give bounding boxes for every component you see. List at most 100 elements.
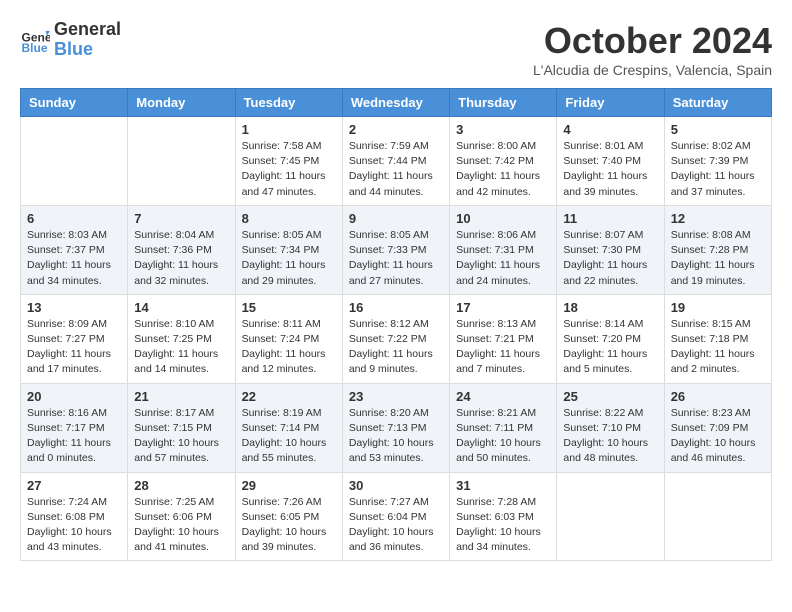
weekday-header-sunday: Sunday [21,89,128,117]
day-number: 23 [349,389,443,404]
day-number: 4 [563,122,657,137]
day-info: Sunrise: 7:59 AM Sunset: 7:44 PM Dayligh… [349,139,443,200]
day-number: 9 [349,211,443,226]
day-number: 12 [671,211,765,226]
table-row: 19Sunrise: 8:15 AM Sunset: 7:18 PM Dayli… [664,294,771,383]
calendar-week-row: 13Sunrise: 8:09 AM Sunset: 7:27 PM Dayli… [21,294,772,383]
weekday-header-friday: Friday [557,89,664,117]
logo-blue: Blue [54,40,121,60]
day-number: 18 [563,300,657,315]
day-info: Sunrise: 8:05 AM Sunset: 7:33 PM Dayligh… [349,228,443,289]
calendar-week-row: 6 Sunrise: 8:03 AM Sunset: 7:37 PM Daylig… [21,205,772,294]
table-row: 12Sunrise: 8:08 AM Sunset: 7:28 PM Dayli… [664,205,771,294]
day-info: Sunrise: 8:22 AM Sunset: 7:10 PM Dayligh… [563,406,657,467]
day-number: 15 [242,300,336,315]
day-info: Sunrise: 8:01 AM Sunset: 7:40 PM Dayligh… [563,139,657,200]
day-number: 30 [349,478,443,493]
calendar-week-row: 20Sunrise: 8:16 AM Sunset: 7:17 PM Dayli… [21,383,772,472]
day-number: 28 [134,478,228,493]
table-row: 26 Sunrise: 8:23 AM Sunset: 7:09 PM Dayli… [664,383,771,472]
day-number: 21 [134,389,228,404]
day-info: Sunrise: 7:24 AM Sunset: 6:08 PM Dayligh… [27,495,121,556]
day-info: Sunrise: 8:04 AM Sunset: 7:36 PM Dayligh… [134,228,228,289]
day-number: 1 [242,122,336,137]
day-number: 6 [27,211,121,226]
day-info: Sunrise: 7:28 AM Sunset: 6:03 PM Dayligh… [456,495,550,556]
table-row: 14 Sunrise: 8:10 AM Sunset: 7:25 PM Dayli… [128,294,235,383]
table-row: 2 Sunrise: 7:59 AM Sunset: 7:44 PM Daylig… [342,117,449,206]
table-row: 23 Sunrise: 8:20 AM Sunset: 7:13 PM Dayli… [342,383,449,472]
weekday-header-monday: Monday [128,89,235,117]
day-number: 17 [456,300,550,315]
day-info: Sunrise: 7:26 AM Sunset: 6:05 PM Dayligh… [242,495,336,556]
logo-icon: General Blue [20,25,50,55]
svg-text:Blue: Blue [22,41,48,55]
weekday-header-tuesday: Tuesday [235,89,342,117]
title-area: October 2024 L'Alcudia de Crespins, Vale… [533,20,772,78]
day-number: 26 [671,389,765,404]
day-number: 16 [349,300,443,315]
table-row: 8 Sunrise: 8:05 AM Sunset: 7:34 PM Daylig… [235,205,342,294]
day-info: Sunrise: 8:20 AM Sunset: 7:13 PM Dayligh… [349,406,443,467]
table-row: 16 Sunrise: 8:12 AM Sunset: 7:22 PM Dayli… [342,294,449,383]
day-info: Sunrise: 8:21 AM Sunset: 7:11 PM Dayligh… [456,406,550,467]
day-info: Sunrise: 8:19 AM Sunset: 7:14 PM Dayligh… [242,406,336,467]
calendar-week-row: 1 Sunrise: 7:58 AM Sunset: 7:45 PM Daylig… [21,117,772,206]
logo-text: General Blue [54,20,121,60]
day-info: Sunrise: 8:00 AM Sunset: 7:42 PM Dayligh… [456,139,550,200]
weekday-header-row: SundayMondayTuesdayWednesdayThursdayFrid… [21,89,772,117]
weekday-header-saturday: Saturday [664,89,771,117]
table-row: 3 Sunrise: 8:00 AM Sunset: 7:42 PM Daylig… [450,117,557,206]
table-row: 7 Sunrise: 8:04 AM Sunset: 7:36 PM Daylig… [128,205,235,294]
day-number: 14 [134,300,228,315]
table-row [128,117,235,206]
table-row: 20Sunrise: 8:16 AM Sunset: 7:17 PM Dayli… [21,383,128,472]
day-info: Sunrise: 8:23 AM Sunset: 7:09 PM Dayligh… [671,406,765,467]
logo: General Blue General Blue [20,20,121,60]
table-row: 5Sunrise: 8:02 AM Sunset: 7:39 PM Daylig… [664,117,771,206]
table-row: 31Sunrise: 7:28 AM Sunset: 6:03 PM Dayli… [450,472,557,561]
table-row [557,472,664,561]
day-info: Sunrise: 8:13 AM Sunset: 7:21 PM Dayligh… [456,317,550,378]
weekday-header-wednesday: Wednesday [342,89,449,117]
logo-general: General [54,20,121,40]
day-info: Sunrise: 8:07 AM Sunset: 7:30 PM Dayligh… [563,228,657,289]
table-row: 6 Sunrise: 8:03 AM Sunset: 7:37 PM Daylig… [21,205,128,294]
day-number: 22 [242,389,336,404]
table-row: 30Sunrise: 7:27 AM Sunset: 6:04 PM Dayli… [342,472,449,561]
day-number: 2 [349,122,443,137]
day-number: 5 [671,122,765,137]
table-row: 1 Sunrise: 7:58 AM Sunset: 7:45 PM Daylig… [235,117,342,206]
day-number: 10 [456,211,550,226]
table-row: 10 Sunrise: 8:06 AM Sunset: 7:31 PM Dayli… [450,205,557,294]
table-row: 13Sunrise: 8:09 AM Sunset: 7:27 PM Dayli… [21,294,128,383]
day-number: 25 [563,389,657,404]
day-info: Sunrise: 8:09 AM Sunset: 7:27 PM Dayligh… [27,317,121,378]
day-info: Sunrise: 8:06 AM Sunset: 7:31 PM Dayligh… [456,228,550,289]
day-number: 27 [27,478,121,493]
table-row: 18 Sunrise: 8:14 AM Sunset: 7:20 PM Dayli… [557,294,664,383]
day-number: 3 [456,122,550,137]
page-header: General Blue General Blue October 2024 L… [20,20,772,78]
table-row: 27 Sunrise: 7:24 AM Sunset: 6:08 PM Dayli… [21,472,128,561]
table-row: 25 Sunrise: 8:22 AM Sunset: 7:10 PM Dayli… [557,383,664,472]
table-row: 29 Sunrise: 7:26 AM Sunset: 6:05 PM Dayli… [235,472,342,561]
day-info: Sunrise: 8:15 AM Sunset: 7:18 PM Dayligh… [671,317,765,378]
day-number: 29 [242,478,336,493]
location: L'Alcudia de Crespins, Valencia, Spain [533,62,772,78]
day-number: 20 [27,389,121,404]
day-info: Sunrise: 8:12 AM Sunset: 7:22 PM Dayligh… [349,317,443,378]
day-info: Sunrise: 8:05 AM Sunset: 7:34 PM Dayligh… [242,228,336,289]
table-row: 4 Sunrise: 8:01 AM Sunset: 7:40 PM Daylig… [557,117,664,206]
day-info: Sunrise: 8:03 AM Sunset: 7:37 PM Dayligh… [27,228,121,289]
day-number: 7 [134,211,228,226]
table-row [21,117,128,206]
day-info: Sunrise: 8:14 AM Sunset: 7:20 PM Dayligh… [563,317,657,378]
day-info: Sunrise: 7:58 AM Sunset: 7:45 PM Dayligh… [242,139,336,200]
day-info: Sunrise: 8:10 AM Sunset: 7:25 PM Dayligh… [134,317,228,378]
day-number: 8 [242,211,336,226]
table-row: 17 Sunrise: 8:13 AM Sunset: 7:21 PM Dayli… [450,294,557,383]
table-row: 22 Sunrise: 8:19 AM Sunset: 7:14 PM Dayli… [235,383,342,472]
day-info: Sunrise: 8:11 AM Sunset: 7:24 PM Dayligh… [242,317,336,378]
calendar-table: SundayMondayTuesdayWednesdayThursdayFrid… [20,88,772,561]
